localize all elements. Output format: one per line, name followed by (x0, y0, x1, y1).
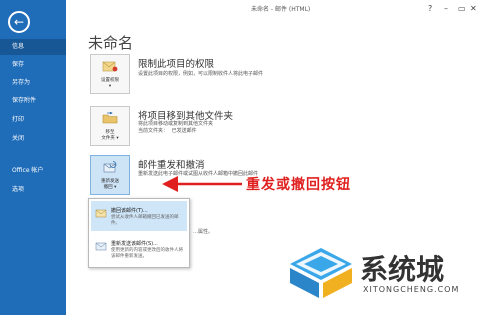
move-folder-title: 将项目移到其他文件夹 (138, 111, 234, 122)
back-arrow-icon[interactable]: ← (8, 11, 30, 33)
resend-recall-menu: 撤回该邮件(T)... 尝试从收件人邮箱撤回已发送的邮件。 重新发送该邮件(S)… (88, 198, 190, 268)
sidebar-item-options[interactable]: 选项 (0, 182, 66, 198)
recall-message-item[interactable]: 撤回该邮件(T)... 尝试从收件人邮箱撤回已发送的邮件。 (91, 201, 187, 231)
sidebar-item-close[interactable]: 关闭 (0, 131, 66, 147)
sidebar-item-save-attachments[interactable]: 保存附件 (0, 93, 66, 109)
resend-message-title: 重新发送该邮件(S)... (111, 241, 158, 247)
sidebar-item-save-as[interactable]: 另存为 (0, 75, 66, 91)
watermark-url: XITONGCHENG.COM (363, 285, 460, 294)
sidebar-item-office-account[interactable]: Office 帐户 (0, 163, 66, 179)
resend-recall-button[interactable]: 重新发送 撤回 ▾ (90, 155, 130, 195)
permissions-title: 限制此项目的权限 (138, 59, 215, 70)
move-to-folder-button[interactable]: 移至 文件夹 ▾ (90, 106, 130, 146)
resend-envelope-icon (103, 161, 117, 173)
page-title: 未命名 (88, 34, 134, 52)
help-icon[interactable]: ? (428, 4, 432, 13)
watermark-text: 系统城 (360, 253, 445, 286)
close-icon[interactable]: ✕ (470, 4, 477, 13)
envelope-lock-icon (102, 61, 118, 72)
title-bar: 未命名 - 邮件 (HTML) ? – ▭ ✕ (66, 0, 480, 18)
folder-label: 文件夹 ▾ (101, 136, 119, 141)
folder-move-icon (102, 111, 118, 124)
window-title: 未命名 - 邮件 (HTML) (251, 6, 311, 13)
chevron-down-icon: ▾ (108, 84, 112, 89)
sidebar-item-info[interactable]: 信息 (0, 39, 66, 55)
set-permissions-button[interactable]: 设置权限 ▾ (90, 54, 130, 94)
resend-message-item[interactable]: 重新发送该邮件(S)... 使用更新的内容或更改后的收件人将该邮件重新发送。 (91, 234, 187, 264)
move-folder-desc: 将此项目移动或复制到其他文件夹 (138, 121, 214, 127)
annotation-arrow-icon (162, 176, 242, 192)
backstage-sidebar: ← 信息 保存 另存为 保存附件 打印 关闭 Office 帐户 选项 (0, 0, 66, 315)
annotation-label: 重发或撤回按钮 (246, 177, 351, 193)
permissions-desc: 设置此项目的权限，例如，可以限制收件人将此电子邮件 (138, 71, 264, 77)
current-folder: 当前文件夹： 已发送邮件 (138, 128, 197, 134)
recall-message-title: 撤回该邮件(T)... (111, 208, 148, 214)
recall-label: 撤回 ▾ (103, 185, 117, 190)
minimize-icon[interactable]: – (444, 4, 448, 13)
recall-message-desc: 尝试从收件人邮箱撤回已发送的邮件。 (111, 215, 179, 226)
resend-envelope-icon (95, 242, 107, 251)
hidden-section-text: …属性。 (193, 229, 214, 235)
current-folder-label: 当前文件夹： (138, 128, 169, 134)
restore-icon[interactable]: ▭ (458, 4, 466, 13)
recall-envelope-icon (95, 209, 107, 218)
resend-message-desc: 使用更新的内容或更改后的收件人将该邮件重新发送。 (111, 248, 183, 259)
sidebar-item-print[interactable]: 打印 (0, 112, 66, 128)
sidebar-item-save[interactable]: 保存 (0, 57, 66, 73)
watermark-logo-icon (290, 248, 352, 298)
current-folder-value: 已发送邮件 (171, 128, 197, 134)
resend-recall-title: 邮件重发和撤消 (138, 160, 205, 171)
